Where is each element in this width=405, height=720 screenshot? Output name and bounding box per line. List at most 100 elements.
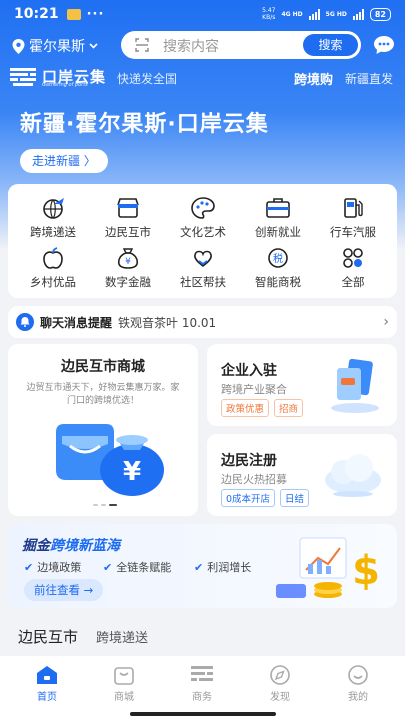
tag-investment: 招商 bbox=[274, 399, 304, 417]
storefront-icon bbox=[117, 198, 139, 218]
tag-daily-pay: 日结 bbox=[280, 489, 310, 507]
hero-title: 新疆·霍尔果斯·口岸云集 bbox=[20, 112, 269, 137]
enterprise-title: 企业入驻 bbox=[221, 363, 277, 379]
svg-text:¥: ¥ bbox=[125, 257, 131, 267]
message-notice-bar[interactable]: 聊天消息提醒 铁观音茶叶 10.01 › bbox=[8, 306, 397, 338]
service-employment[interactable]: 创新就业 bbox=[243, 196, 313, 240]
service-rural-products[interactable]: 乡村优品 bbox=[18, 246, 88, 290]
gas-pump-icon bbox=[344, 198, 363, 218]
business-logo-icon bbox=[191, 666, 213, 681]
explore-xinjiang-button[interactable]: 走进新疆 〉 bbox=[20, 149, 108, 173]
register-title: 边民注册 bbox=[221, 453, 277, 469]
app-notification-icon bbox=[66, 8, 81, 20]
chevron-down-icon bbox=[89, 43, 98, 49]
apple-icon bbox=[43, 247, 63, 269]
register-subtitle: 边民火热招募 bbox=[221, 473, 287, 486]
svg-text:$: $ bbox=[352, 548, 380, 594]
tab-business[interactable]: 商务 bbox=[172, 664, 232, 703]
chevron-right-icon: › bbox=[383, 314, 389, 330]
services-grid: 跨境递送 边民互市 文化艺术 创新就业 行车汽服 乡村优品 ¥ 数字金融 社区帮… bbox=[8, 184, 397, 298]
banner-feature: ✔ 利润增长 bbox=[194, 560, 252, 575]
tab-discover[interactable]: 发现 bbox=[250, 664, 310, 703]
tag-zero-cost: 0成本开店 bbox=[221, 489, 276, 507]
banner-feature: ✔ 全链条赋能 bbox=[103, 560, 172, 575]
shopping-bag-icon bbox=[114, 667, 134, 685]
brand-subtitle: Gathering of ports bbox=[42, 82, 88, 88]
enterprise-join-card[interactable]: 企业入驻 跨境产业聚合 政策优惠 招商 bbox=[207, 344, 397, 426]
svg-text:税: 税 bbox=[273, 252, 283, 265]
search-button[interactable]: 搜索 bbox=[303, 34, 358, 56]
brand-logo-icon bbox=[10, 68, 36, 86]
bell-icon bbox=[16, 313, 34, 331]
documents-illustration bbox=[331, 358, 379, 413]
network-type-2: 5G HD bbox=[325, 10, 347, 18]
top-bar: 霍尔果斯 搜索内容 搜索 bbox=[0, 31, 405, 59]
carousel-dots bbox=[93, 504, 117, 506]
mall-subtitle: 边贸互市通天下，好物云集惠万家。家门口的跨境优选！ bbox=[26, 383, 180, 406]
tab-border-market[interactable]: 边民互市 bbox=[18, 626, 78, 647]
service-auto[interactable]: 行车汽服 bbox=[318, 196, 388, 240]
growth-chart-illustration: $ bbox=[276, 537, 380, 598]
money-bag-icon: ¥ bbox=[117, 248, 139, 269]
briefcase-icon bbox=[266, 198, 290, 218]
banner-feature: ✔ 边境政策 bbox=[24, 560, 82, 575]
cross-border-shop-link[interactable]: 跨境购 bbox=[294, 69, 333, 88]
home-icon bbox=[37, 666, 57, 684]
service-community-help[interactable]: 社区帮扶 bbox=[168, 246, 238, 290]
network-speed: 5.47 KB/s bbox=[262, 7, 276, 21]
cloud-illustration bbox=[325, 454, 381, 497]
brand-row: 口岸云集 Gathering of ports 快递发全国 跨境购 新疆直发 bbox=[0, 66, 405, 90]
heart-hands-icon bbox=[194, 250, 212, 268]
grid-icon bbox=[343, 248, 363, 268]
search-input[interactable]: 搜索内容 bbox=[163, 36, 219, 56]
check-icon: ✔ bbox=[194, 560, 204, 574]
service-culture-art[interactable]: 文化艺术 bbox=[168, 196, 238, 240]
palette-icon bbox=[191, 197, 215, 219]
service-border-market[interactable]: 边民互市 bbox=[93, 196, 163, 240]
battery-indicator: 82 bbox=[369, 7, 391, 21]
tax-icon: 税 bbox=[268, 248, 288, 268]
scan-icon[interactable] bbox=[135, 38, 149, 52]
banner-title: 掘金跨境新蓝海 bbox=[22, 538, 120, 554]
signal-icon bbox=[352, 8, 364, 20]
mall-title: 边民互市商城 bbox=[61, 359, 145, 375]
check-icon: ✔ bbox=[103, 560, 113, 574]
service-all[interactable]: 全部 bbox=[318, 246, 388, 290]
shopping-money-illustration: ¥ bbox=[56, 424, 164, 496]
tab-home[interactable]: 首页 bbox=[17, 664, 77, 703]
currency-symbol: ¥ bbox=[123, 457, 141, 487]
enterprise-subtitle: 跨境产业聚合 bbox=[221, 383, 287, 396]
plane-globe-icon bbox=[43, 198, 64, 219]
network-type-1: 4G HD bbox=[281, 10, 303, 18]
border-market-mall-card[interactable]: 边民互市商城 边贸互市通天下，好物云集惠万家。家门口的跨境优选！ ¥ bbox=[8, 344, 198, 516]
status-bar: 10:21 ··· 5.47 KB/s 4G HD 5G HD 82 bbox=[0, 0, 405, 28]
view-now-button[interactable]: 前往查看 → bbox=[24, 579, 104, 601]
service-digital-finance[interactable]: ¥ 数字金融 bbox=[93, 246, 163, 290]
resident-register-card[interactable]: 边民注册 边民火热招募 0成本开店 日结 bbox=[207, 434, 397, 516]
signal-icon bbox=[308, 8, 320, 20]
blue-ocean-banner[interactable]: 掘金跨境新蓝海 ✔ 边境政策 ✔ 全链条赋能 ✔ 利润增长 前往查看 → $ bbox=[8, 524, 397, 608]
search-bar[interactable]: 搜索内容 搜索 bbox=[121, 31, 361, 59]
chat-bubble-icon[interactable] bbox=[373, 35, 395, 55]
service-smart-tax[interactable]: 税 智能商税 bbox=[243, 246, 313, 290]
service-cross-border-delivery[interactable]: 跨境递送 bbox=[18, 196, 88, 240]
status-time: 10:21 bbox=[14, 6, 59, 22]
xinjiang-direct-link[interactable]: 新疆直发 bbox=[345, 70, 393, 87]
notice-text: 铁观音茶叶 10.01 bbox=[118, 315, 217, 330]
location-selector[interactable]: 霍尔果斯 bbox=[12, 36, 98, 56]
location-pin-icon bbox=[12, 38, 25, 54]
section-tabs: 边民互市 跨境递送 bbox=[18, 626, 148, 647]
tab-cross-border-delivery[interactable]: 跨境递送 bbox=[96, 627, 148, 646]
tab-profile[interactable]: 我的 bbox=[328, 664, 388, 703]
home-indicator[interactable] bbox=[130, 712, 276, 716]
check-icon: ✔ bbox=[24, 560, 34, 574]
tag-policy: 政策优惠 bbox=[221, 399, 270, 417]
brand-slogan: 快递发全国 bbox=[117, 72, 178, 86]
location-label: 霍尔果斯 bbox=[29, 39, 85, 55]
tab-mall[interactable]: 商城 bbox=[94, 664, 154, 703]
bottom-tab-bar: 首页 商城 商务 发现 我的 bbox=[0, 656, 405, 720]
notice-title: 聊天消息提醒 bbox=[40, 315, 113, 330]
more-notifications-icon: ··· bbox=[86, 6, 105, 22]
smile-face-icon bbox=[348, 665, 368, 685]
compass-icon bbox=[270, 665, 290, 685]
